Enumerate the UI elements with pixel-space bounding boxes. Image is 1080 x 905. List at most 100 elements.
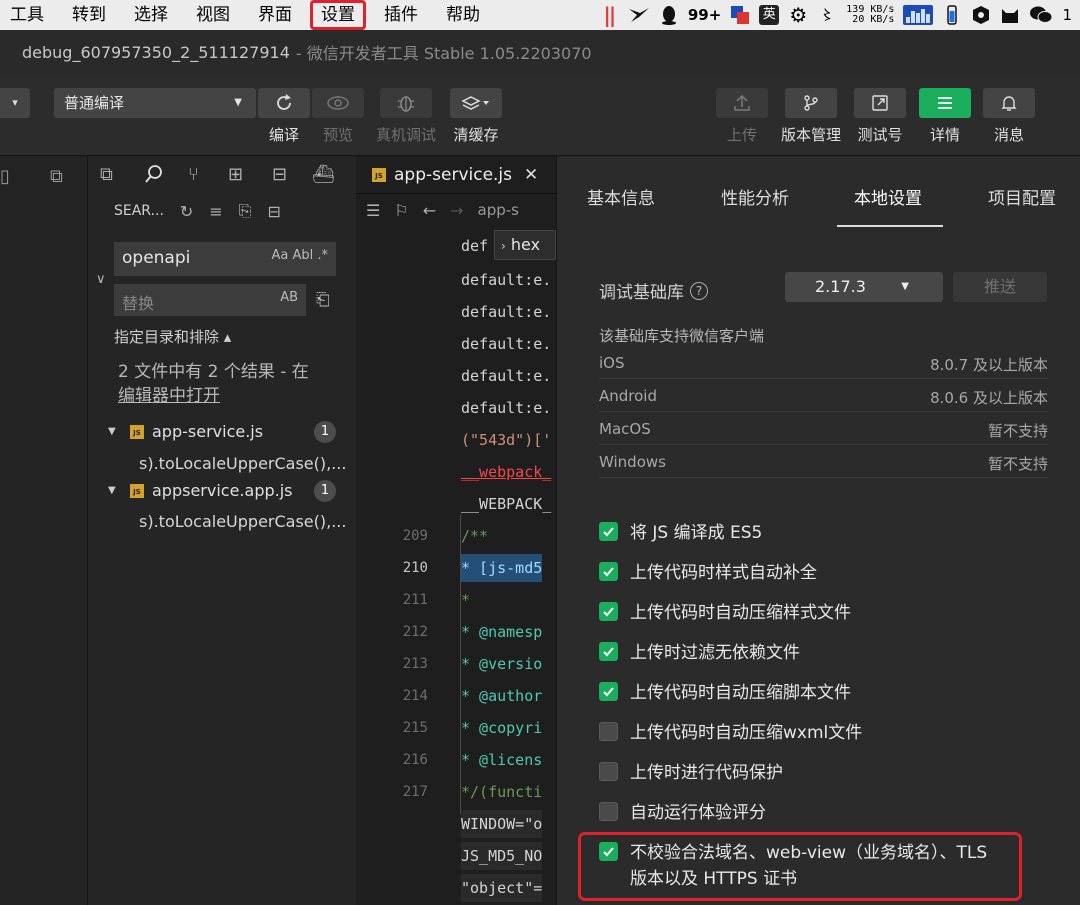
replace-all-icon[interactable]: ⎗ <box>316 290 330 310</box>
details-button[interactable] <box>919 88 971 118</box>
option-es5[interactable]: 将 JS 编译成 ES5 <box>599 520 762 546</box>
extensions-icon[interactable]: ⊞ <box>228 164 243 185</box>
refresh-icon[interactable]: ↻ <box>180 202 193 221</box>
new-editor-icon[interactable]: ⎘ <box>239 201 252 221</box>
files-icon[interactable]: ⧉ <box>100 164 113 185</box>
collapse-all-icon[interactable]: ⊟ <box>268 202 281 221</box>
result-match[interactable]: s).toLocaleUpperCase(),... <box>139 454 346 473</box>
gear-icon[interactable]: ⚙ <box>788 3 808 27</box>
code-line: 216 * @licens <box>402 751 543 769</box>
close-icon[interactable]: ✕ <box>524 165 538 185</box>
messages-button[interactable] <box>983 88 1035 118</box>
tab-local-settings[interactable]: 本地设置 <box>854 184 922 209</box>
checkbox-unchecked[interactable] <box>599 762 618 781</box>
docker-icon[interactable]: ⛴ <box>312 164 335 185</box>
checkbox-checked[interactable] <box>599 562 618 581</box>
menu-help[interactable]: 帮助 <box>432 0 494 30</box>
chevron-down-icon: ▼ <box>108 426 116 437</box>
window-icon[interactable]: ⧉ <box>50 166 63 187</box>
menu-goto[interactable]: 转到 <box>58 0 120 30</box>
code-line: __WEBPACK_ <box>461 495 552 513</box>
option-minify-style[interactable]: 上传代码时自动压缩样式文件 <box>599 600 851 626</box>
code-line: WINDOW="o <box>356 810 556 838</box>
menu-view[interactable]: 视图 <box>182 0 244 30</box>
cpu-graph-icon[interactable] <box>903 5 934 25</box>
option-code-protect[interactable]: 上传时进行代码保护 <box>599 760 783 786</box>
option-style-autocomplete[interactable]: 上传代码时样式自动补全 <box>599 560 817 586</box>
ime-indicator[interactable]: 英 <box>759 5 780 25</box>
code-line: 215 * @copyri <box>402 719 543 737</box>
support-row: iOS 8.0.7 及以上版本 <box>599 346 1048 379</box>
memory-icon[interactable] <box>942 4 962 26</box>
mode-dropdown-button[interactable]: ▾ <box>0 88 30 118</box>
search-options[interactable]: Aa Abl .* <box>271 248 328 263</box>
chevron-down-icon: ▼ <box>234 97 242 108</box>
clear-results-icon[interactable]: ≡ <box>209 202 222 221</box>
list-icon[interactable]: ☰ <box>366 201 380 220</box>
tab-project-config[interactable]: 项目配置 <box>988 184 1056 209</box>
compile-mode-select[interactable]: 普通编译 ▼ <box>54 88 256 118</box>
activity-icon[interactable]: 〻 <box>817 4 837 26</box>
cat-icon[interactable] <box>1000 4 1020 26</box>
qq-icon[interactable] <box>659 4 679 26</box>
pause-icon[interactable]: || <box>599 3 619 27</box>
compile-button[interactable] <box>258 88 310 118</box>
preview-label: 预览 <box>322 126 353 144</box>
menu-settings[interactable]: 设置 <box>310 0 366 30</box>
shield-icon[interactable] <box>971 4 991 26</box>
search-input[interactable]: openapi Aa Abl .* <box>114 242 336 276</box>
source-control-icon[interactable]: ⑂ <box>188 164 199 185</box>
translate-icon[interactable] <box>730 4 750 26</box>
result-match[interactable]: s).toLocaleUpperCase(),... <box>139 512 346 531</box>
checkbox-unchecked[interactable] <box>599 722 618 741</box>
preserve-case-toggle[interactable]: AB <box>280 290 298 305</box>
bird-icon[interactable] <box>628 4 650 26</box>
replace-input[interactable]: 替换 AB <box>114 284 306 316</box>
checkbox-checked[interactable] <box>599 522 618 541</box>
checkbox-checked[interactable] <box>599 682 618 701</box>
open-in-editor-link[interactable]: 编辑器中打开 <box>118 384 309 408</box>
tab-basic-info[interactable]: 基本信息 <box>587 184 655 209</box>
result-file[interactable]: ▼ JS appservice.app.js 1 <box>108 479 348 502</box>
checkbox-checked[interactable] <box>599 642 618 661</box>
menu-tools[interactable]: 工具 <box>0 0 58 30</box>
menu-plugins[interactable]: 插件 <box>370 0 432 30</box>
upload-button[interactable] <box>716 88 768 118</box>
result-file[interactable]: ▼ JS app-service.js 1 <box>108 420 348 443</box>
back-arrow-icon[interactable]: ← <box>423 201 436 220</box>
scope-toggle[interactable]: 指定目录和排除 ▴ <box>114 326 231 347</box>
menu-interface[interactable]: 界面 <box>244 0 306 30</box>
test-account-button[interactable] <box>854 88 906 118</box>
version-button[interactable] <box>785 88 837 118</box>
checkbox-checked[interactable] <box>599 602 618 621</box>
tab-performance[interactable]: 性能分析 <box>721 184 789 209</box>
test-account-label: 测试号 <box>857 126 903 144</box>
chevron-down-icon[interactable]: ∨ <box>96 272 106 287</box>
help-icon[interactable]: ? <box>690 281 708 300</box>
suggestion-popup[interactable]: › hex <box>494 230 556 260</box>
option-filter-unused[interactable]: 上传时过滤无依赖文件 <box>599 640 800 666</box>
wechat-icon[interactable] <box>1029 4 1053 26</box>
clear-cache-button[interactable] <box>450 88 502 118</box>
push-button[interactable]: 推送 <box>953 272 1047 302</box>
editor-tab[interactable]: JS app-service.js ✕ <box>356 156 556 194</box>
search-icon[interactable] <box>144 164 164 189</box>
upload-label: 上传 <box>726 126 757 144</box>
menu-select[interactable]: 选择 <box>120 0 182 30</box>
option-minify-wxml[interactable]: 上传代码时自动压缩wxml文件 <box>599 720 862 746</box>
base-library-select[interactable]: 2.17.3 ▼ <box>785 272 943 302</box>
breadcrumb[interactable]: app-s <box>478 201 519 219</box>
remote-debug-button[interactable] <box>380 88 432 118</box>
phone-icon[interactable]: ▯ <box>0 166 10 187</box>
details-tabs: 基本信息 性能分析 本地设置 项目配置 <box>557 156 1080 228</box>
preview-button[interactable] <box>312 88 364 118</box>
storage-icon[interactable]: ⊟ <box>272 164 287 185</box>
code-line: JS_MD5_NO <box>356 842 556 870</box>
support-row: Windows 暂不支持 <box>599 445 1048 478</box>
option-minify-script[interactable]: 上传代码时自动压缩脚本文件 <box>599 680 851 706</box>
chevron-down-icon: ▼ <box>901 281 909 292</box>
option-auto-audit[interactable]: 自动运行体验评分 <box>599 800 766 826</box>
bookmark-icon[interactable]: ⚐ <box>394 201 408 220</box>
forward-arrow-icon[interactable]: → <box>450 201 463 220</box>
checkbox-unchecked[interactable] <box>599 802 618 821</box>
